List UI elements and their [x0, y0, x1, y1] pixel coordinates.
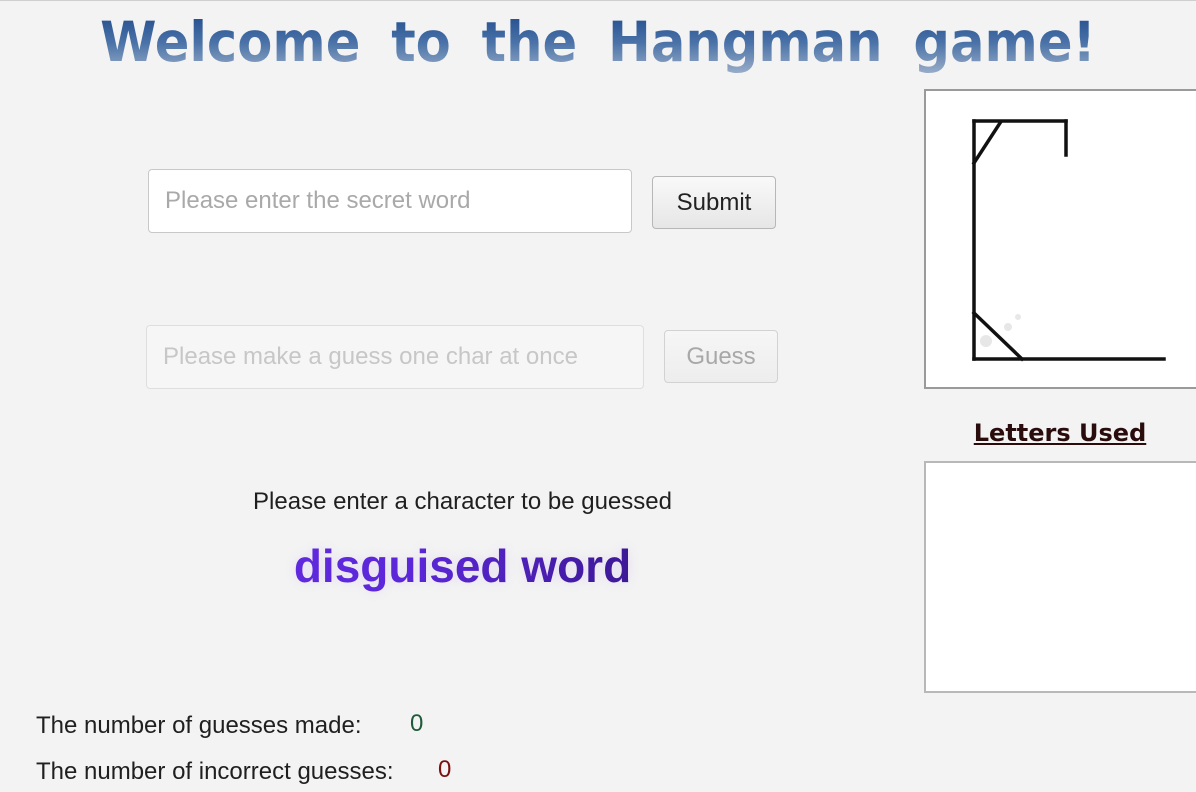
- secret-word-input[interactable]: [148, 169, 632, 233]
- disguised-word: disguised word: [0, 539, 925, 593]
- gallows-icon: [971, 119, 1166, 362]
- guess-input[interactable]: [146, 325, 644, 389]
- letters-used-box: [924, 461, 1196, 693]
- guesses-made-label: The number of guesses made:: [36, 712, 362, 739]
- submit-button[interactable]: Submit: [652, 176, 776, 229]
- guesses-made-value: 0: [410, 710, 424, 737]
- incorrect-guesses-value: 0: [438, 756, 452, 783]
- hangman-image: [924, 89, 1196, 389]
- page-title: Welcome to the Hangman game!: [42, 10, 1154, 74]
- incorrect-guesses-label: The number of incorrect guesses:: [36, 758, 394, 785]
- guess-prompt: Please enter a character to be guessed: [253, 488, 672, 515]
- guess-button[interactable]: Guess: [664, 330, 778, 383]
- letters-used-heading: Letters Used: [973, 419, 1147, 447]
